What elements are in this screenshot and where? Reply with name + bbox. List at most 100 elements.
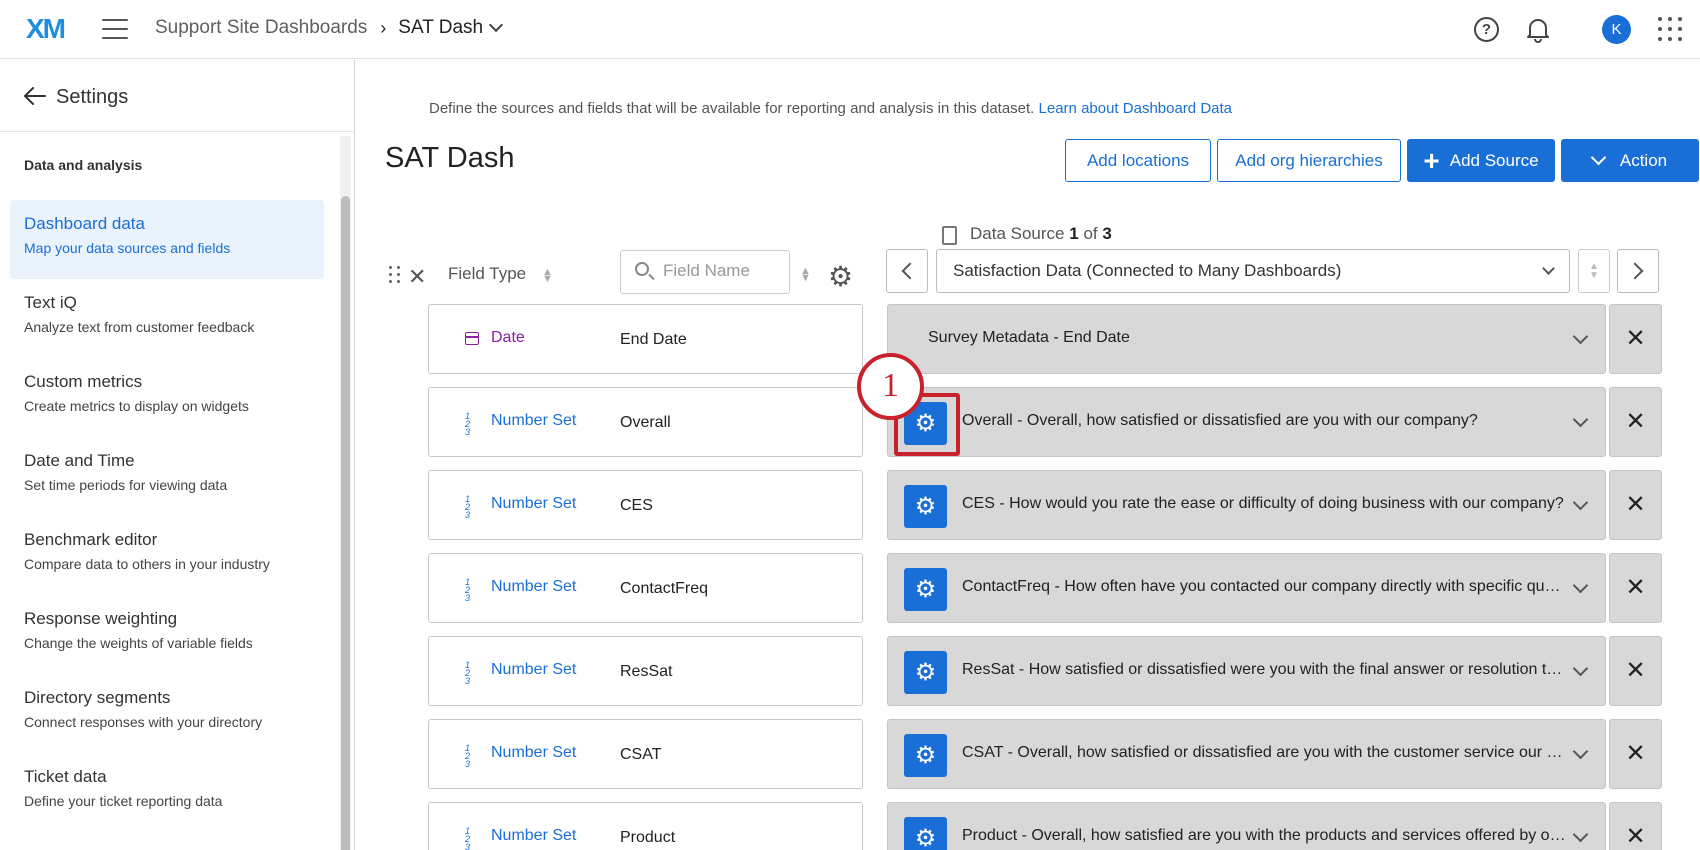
settings-title: Settings xyxy=(56,86,129,108)
add-source-button[interactable]: + Add Source xyxy=(1407,139,1555,182)
field-mapping[interactable]: ⚙ Overall - Overall, how satisfied or di… xyxy=(887,387,1606,457)
breadcrumb-current[interactable]: SAT Dash xyxy=(398,17,483,39)
sidebar-item-desc: Set time periods for viewing data xyxy=(24,477,228,493)
field-mapping[interactable]: Survey Metadata - End Date xyxy=(887,304,1606,374)
field-card[interactable]: 123 Number Set ContactFreq xyxy=(428,553,863,623)
sidebar-item-text-iq[interactable]: Text iQ Analyze text from customer feedb… xyxy=(10,279,324,358)
field-name: Overall xyxy=(620,414,671,431)
remove-field-button[interactable]: ✕ xyxy=(1609,387,1662,457)
field-name: CES xyxy=(620,497,653,514)
field-type-label: Number Set xyxy=(491,412,577,429)
remove-field-button[interactable]: ✕ xyxy=(1609,719,1662,789)
sidebar-item-label: Directory segments xyxy=(24,688,171,707)
sidebar-item-desc: Compare data to others in your industry xyxy=(24,556,270,572)
field-card[interactable]: 123 Number Set Product xyxy=(428,802,863,850)
field-type-label: Number Set xyxy=(491,744,577,761)
breadcrumb: Support Site Dashboards › SAT Dash xyxy=(155,17,504,39)
sidebar-item-label: Dashboard data xyxy=(24,214,145,233)
field-row: 123 Number Set Overall ⚙ Overall - Overa… xyxy=(356,387,1700,457)
chevron-down-icon[interactable] xyxy=(1572,660,1589,677)
previous-source-button[interactable] xyxy=(886,249,928,293)
back-arrow-icon[interactable] xyxy=(24,87,46,105)
data-source-current: 1 xyxy=(1069,224,1079,243)
chevron-down-icon[interactable] xyxy=(1572,826,1589,843)
data-source-select[interactable]: Satisfaction Data (Connected to Many Das… xyxy=(936,249,1570,293)
scrollbar-thumb[interactable] xyxy=(341,196,350,850)
learn-more-link[interactable]: Learn about Dashboard Data xyxy=(1039,100,1232,117)
data-source-label: Data Source 1 of 3 xyxy=(970,224,1112,244)
remove-field-button[interactable]: ✕ xyxy=(1609,553,1662,623)
field-mapping[interactable]: ⚙ Product - Overall, how satisfied are y… xyxy=(887,802,1606,850)
plus-icon: + xyxy=(1423,144,1440,176)
remove-field-button[interactable]: ✕ xyxy=(1609,304,1662,374)
mapping-text: Overall - Overall, how satisfied or diss… xyxy=(962,412,1478,429)
source-sort-button[interactable]: ▲ ▼ xyxy=(1578,249,1610,293)
clipboard-icon xyxy=(942,226,957,245)
sidebar-item-custom-metrics[interactable]: Custom metrics Create metrics to display… xyxy=(10,358,324,437)
sort-icon[interactable]: ▲ ▼ xyxy=(800,266,811,284)
remove-field-button[interactable]: ✕ xyxy=(1609,802,1662,850)
page-title: SAT Dash xyxy=(385,142,515,174)
sidebar-item-date-time[interactable]: Date and Time Set time periods for viewi… xyxy=(10,437,324,516)
field-mapping[interactable]: ⚙ CES - How would you rate the ease or d… xyxy=(887,470,1606,540)
field-name: End Date xyxy=(620,331,687,348)
sidebar-item-dashboard-data[interactable]: Dashboard data Map your data sources and… xyxy=(10,200,324,279)
gear-icon[interactable]: ⚙ xyxy=(904,734,947,777)
add-org-hierarchies-button[interactable]: Add org hierarchies xyxy=(1217,139,1401,182)
number-set-icon: 123 xyxy=(465,826,471,850)
bell-icon[interactable] xyxy=(1525,16,1551,43)
next-source-button[interactable] xyxy=(1617,249,1659,293)
field-mapping[interactable]: ⚙ ContactFreq - How often have you conta… xyxy=(887,553,1606,623)
drag-handle-icon[interactable] xyxy=(389,266,401,284)
field-name-search[interactable] xyxy=(620,250,790,294)
action-button[interactable]: Action xyxy=(1561,139,1699,182)
number-set-icon: 123 xyxy=(465,577,471,603)
settings-nav: Dashboard data Map your data sources and… xyxy=(10,200,324,832)
add-locations-button[interactable]: Add locations xyxy=(1065,139,1211,182)
field-card[interactable]: 123 Number Set ResSat xyxy=(428,636,863,706)
field-type-label: Number Set xyxy=(491,661,577,678)
sidebar-item-benchmark[interactable]: Benchmark editor Compare data to others … xyxy=(10,516,324,595)
menu-icon[interactable] xyxy=(102,19,128,39)
field-type-header[interactable]: Field Type xyxy=(448,264,526,284)
avatar[interactable]: K xyxy=(1602,15,1631,44)
gear-icon[interactable]: ⚙ xyxy=(828,260,853,293)
chevron-down-icon[interactable] xyxy=(1572,494,1589,511)
remove-field-button[interactable]: ✕ xyxy=(1609,636,1662,706)
gear-icon[interactable]: ⚙ xyxy=(904,651,947,694)
gear-icon[interactable]: ⚙ xyxy=(904,485,947,528)
apps-grid-icon[interactable] xyxy=(1658,17,1682,41)
sidebar-scrollbar[interactable] xyxy=(340,136,351,850)
sidebar-item-desc: Create metrics to display on widgets xyxy=(24,398,249,414)
field-card[interactable]: 123 Number Set CES xyxy=(428,470,863,540)
sidebar-item-directory-segments[interactable]: Directory segments Connect responses wit… xyxy=(10,674,324,753)
clear-icon[interactable]: ✕ xyxy=(408,264,426,290)
field-type-label: Number Set xyxy=(491,827,577,844)
sidebar-item-ticket-data[interactable]: Ticket data Define your ticket reporting… xyxy=(10,753,324,832)
field-name-input[interactable] xyxy=(663,261,783,281)
gear-icon[interactable]: ⚙ xyxy=(904,568,947,611)
sidebar-item-desc: Analyze text from customer feedback xyxy=(24,319,255,335)
field-mapping[interactable]: ⚙ ResSat - How satisfied or dissatisfied… xyxy=(887,636,1606,706)
intro-text: Define the sources and fields that will … xyxy=(429,100,1232,117)
xm-logo[interactable]: XM xyxy=(26,13,66,45)
sidebar-item-label: Text iQ xyxy=(24,293,77,312)
chevron-down-icon[interactable] xyxy=(489,17,504,33)
breadcrumb-parent[interactable]: Support Site Dashboards xyxy=(155,17,367,39)
gear-icon[interactable]: ⚙ xyxy=(904,817,947,850)
chevron-down-icon[interactable] xyxy=(1572,411,1589,428)
field-mapping[interactable]: ⚙ CSAT - Overall, how satisfied or dissa… xyxy=(887,719,1606,789)
field-card[interactable]: Date End Date xyxy=(428,304,863,374)
field-name: ContactFreq xyxy=(620,580,709,597)
data-source-of: of xyxy=(1083,224,1098,243)
sort-icon[interactable]: ▲ ▼ xyxy=(542,267,553,285)
chevron-down-icon[interactable] xyxy=(1572,743,1589,760)
chevron-down-icon[interactable] xyxy=(1572,577,1589,594)
remove-field-button[interactable]: ✕ xyxy=(1609,470,1662,540)
field-card[interactable]: 123 Number Set CSAT xyxy=(428,719,863,789)
section-label: Data and analysis xyxy=(24,157,143,173)
field-card[interactable]: 123 Number Set Overall xyxy=(428,387,863,457)
sidebar-item-response-weighting[interactable]: Response weighting Change the weights of… xyxy=(10,595,324,674)
help-icon[interactable]: ? xyxy=(1474,17,1499,42)
chevron-down-icon[interactable] xyxy=(1572,328,1589,345)
